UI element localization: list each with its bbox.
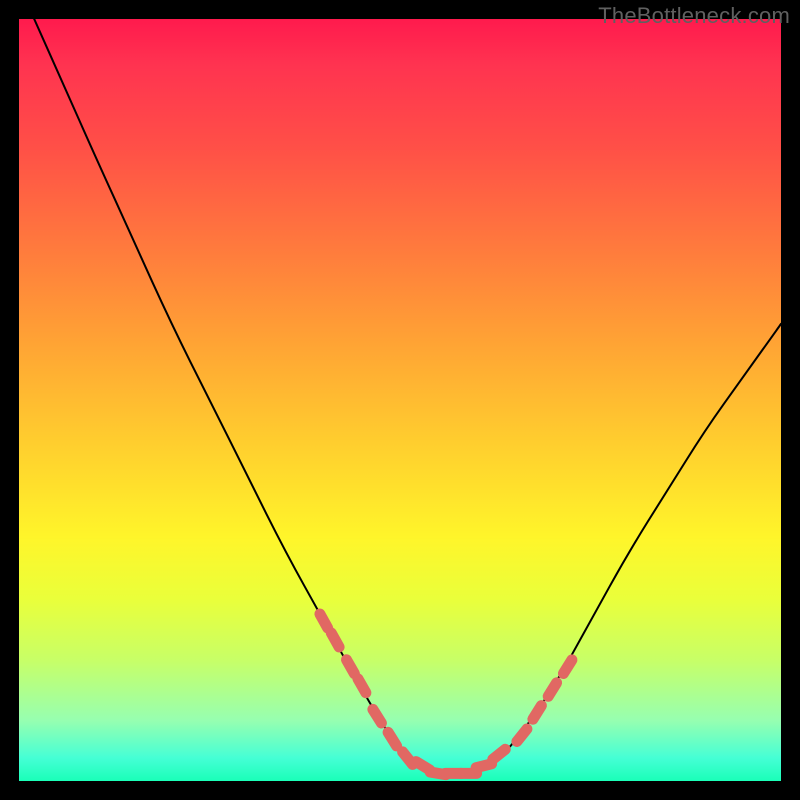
bottleneck-marker <box>476 764 492 768</box>
bottleneck-markers <box>320 614 572 775</box>
watermark-text: TheBottleneck.com <box>598 3 790 29</box>
bottleneck-marker <box>548 683 556 697</box>
bottleneck-marker <box>320 614 328 628</box>
bottleneck-marker <box>388 732 397 746</box>
bottleneck-marker <box>493 749 506 759</box>
chart-frame: TheBottleneck.com <box>0 0 800 800</box>
bottleneck-marker <box>358 679 366 693</box>
bottleneck-marker <box>517 729 527 742</box>
chart-svg <box>19 19 781 781</box>
bottleneck-marker <box>373 709 382 723</box>
bottleneck-marker <box>347 660 355 674</box>
bottleneck-marker <box>563 660 572 674</box>
bottleneck-marker <box>533 706 542 720</box>
bottleneck-marker <box>331 633 339 647</box>
main-curve <box>34 19 781 773</box>
